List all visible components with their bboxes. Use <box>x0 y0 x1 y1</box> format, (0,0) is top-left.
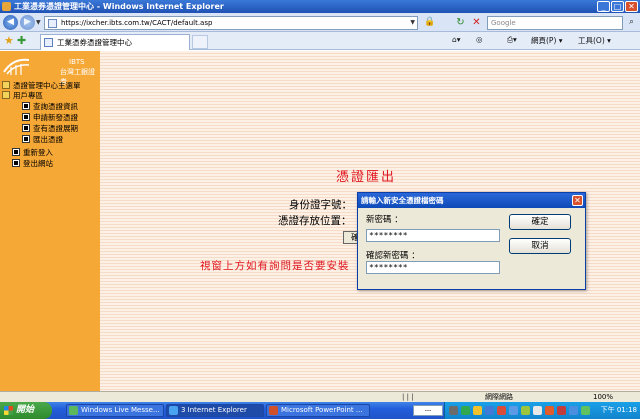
home-icon[interactable]: ⌂▾ <box>452 35 461 44</box>
document-icon <box>22 135 30 143</box>
language-bar[interactable]: --- <box>413 405 443 416</box>
url-text: https://ixcher.ibts.com.tw/CACT/default.… <box>61 19 213 27</box>
minimize-button[interactable]: _ <box>597 1 610 12</box>
tray-icon-12[interactable] <box>581 406 590 415</box>
logo-line1: IBTS <box>69 58 85 66</box>
folder-icon <box>2 81 10 89</box>
window-controls: _ □ ✕ <box>597 1 638 12</box>
dialog-close-icon[interactable]: ✕ <box>572 195 583 206</box>
start-button[interactable]: 開始 <box>0 402 52 419</box>
messenger-icon <box>69 406 78 415</box>
tab-command-bar: ★ ✚ 工業憑券憑證管理中心 ⌂▾ ◎ ⎙▾ 網頁(P) ▾ 工具(O) ▾ <box>0 32 640 50</box>
taskbar-item-powerpoint[interactable]: Microsoft PowerPoint ... <box>266 404 370 417</box>
sidebar-item-query-cert[interactable]: 查詢憑證資訊 <box>22 101 78 112</box>
favorites-star-icon[interactable]: ★ <box>4 34 14 47</box>
document-icon <box>22 102 30 110</box>
system-tray: 下午 01:18 <box>444 402 640 419</box>
status-bar: | | | 網際網路 100% <box>0 391 640 402</box>
sidebar-item-user-area[interactable]: 用戶專區 <box>2 90 43 101</box>
tray-icon-11[interactable] <box>569 406 578 415</box>
stop-icon[interactable]: ✕ <box>470 16 483 29</box>
taskbar-item-ie[interactable]: 3 Internet Explorer <box>166 404 264 417</box>
tab-page-icon <box>44 38 53 47</box>
document-icon <box>22 113 30 121</box>
new-tab-button[interactable] <box>192 35 208 49</box>
window-title-bar: 工業憑券憑證管理中心 - Windows Internet Explorer _… <box>0 0 640 13</box>
dialog-title: 請輸入新安全憑證檔密碼 <box>361 196 444 205</box>
clock[interactable]: 下午 01:18 <box>601 402 637 419</box>
tray-icon-4[interactable] <box>485 406 494 415</box>
page-title: 憑證匯出 <box>336 170 397 185</box>
close-window-button[interactable]: ✕ <box>625 1 638 12</box>
ie-app-icon <box>2 2 11 11</box>
address-input[interactable]: https://ixcher.ibts.com.tw/CACT/default.… <box>44 16 418 30</box>
document-icon <box>22 124 30 132</box>
refresh-icon[interactable]: ↻ <box>454 16 467 29</box>
new-password-label: 新密碼 ： <box>366 215 403 225</box>
tray-icon-10[interactable] <box>557 406 566 415</box>
document-icon <box>12 148 20 156</box>
new-password-field[interactable]: ******** <box>366 229 500 242</box>
document-icon <box>12 159 20 167</box>
maximize-button[interactable]: □ <box>611 1 624 12</box>
tray-icon-2[interactable] <box>461 406 470 415</box>
zoom-level[interactable]: 100% <box>593 392 613 402</box>
search-icon[interactable]: ⌕ <box>625 16 638 29</box>
sidebar-item-renew-cert[interactable]: 查有憑證展期 <box>22 123 78 134</box>
tray-icon-5[interactable] <box>497 406 506 415</box>
security-zone: 網際網路 <box>485 393 513 401</box>
page-menu[interactable]: 網頁(P) ▾ <box>531 35 563 46</box>
print-icon[interactable]: ⎙▾ <box>507 35 517 45</box>
powerpoint-icon <box>269 406 278 415</box>
page-icon <box>48 19 57 28</box>
tray-icon-7[interactable] <box>521 406 530 415</box>
window-title: 工業憑券憑證管理中心 - Windows Internet Explorer <box>14 2 224 11</box>
logo-mark-icon <box>3 58 30 75</box>
sidebar-item-relogin[interactable]: 重新登入 <box>12 147 53 158</box>
dialog-title-bar: 請輸入新安全憑證檔密碼 ✕ <box>358 193 585 208</box>
sidebar-item-export-cert[interactable]: 匯出憑證 <box>22 134 63 145</box>
tray-icon-8[interactable] <box>533 406 542 415</box>
password-dialog: 請輸入新安全憑證檔密碼 ✕ 新密碼 ： ******** 確認新密碼 ： ***… <box>357 192 586 290</box>
company-logo: IBTS 台灣工銀證券 <box>3 56 97 86</box>
ok-button[interactable]: 確定 <box>509 214 571 230</box>
id-number-label: 身份證字號： <box>289 199 352 211</box>
address-dropdown-icon[interactable]: ▼ <box>410 19 415 26</box>
sidebar-item-apply-cert[interactable]: 申請新發憑證 <box>22 112 78 123</box>
address-toolbar: ◀ ▶ ▼ https://ixcher.ibts.com.tw/CACT/de… <box>0 13 640 32</box>
taskbar-item-messenger[interactable]: Windows Live Messe... <box>66 404 164 417</box>
tools-menu[interactable]: 工具(O) ▾ <box>578 35 611 46</box>
tab-title: 工業憑券憑證管理中心 <box>57 38 132 47</box>
sidebar: IBTS 台灣工銀證券 憑證管理中心主選單 用戶專區 查詢憑證資訊 申請新發憑證… <box>0 51 100 391</box>
tray-icon-9[interactable] <box>545 406 554 415</box>
history-dropdown-icon[interactable]: ▼ <box>36 19 41 26</box>
sidebar-item-logout[interactable]: 登出網站 <box>12 158 53 169</box>
confirm-password-field[interactable]: ******** <box>366 261 500 274</box>
tray-icon-1[interactable] <box>449 406 458 415</box>
tab-current[interactable]: 工業憑券憑證管理中心 <box>40 34 190 50</box>
cert-storage-label: 憑證存放位置： <box>278 215 352 227</box>
taskbar: 開始 Windows Live Messe... 3 Internet Expl… <box>0 402 640 419</box>
back-button[interactable]: ◀ <box>3 15 18 30</box>
tray-icon-3[interactable] <box>473 406 482 415</box>
cancel-button[interactable]: 取消 <box>509 238 571 254</box>
folder-icon <box>2 91 10 99</box>
ie-icon <box>169 406 178 415</box>
windows-logo-icon <box>4 406 13 415</box>
tray-icon-6[interactable] <box>509 406 518 415</box>
lock-icon[interactable]: 🔒 <box>424 17 435 28</box>
forward-button[interactable]: ▶ <box>20 15 35 30</box>
status-separators: | | | <box>402 393 414 401</box>
add-favorite-icon[interactable]: ✚ <box>17 34 26 47</box>
feeds-icon[interactable]: ◎ <box>476 35 483 44</box>
search-input[interactable]: Google <box>487 16 623 30</box>
confirm-password-label: 確認新密碼 ： <box>366 251 420 261</box>
